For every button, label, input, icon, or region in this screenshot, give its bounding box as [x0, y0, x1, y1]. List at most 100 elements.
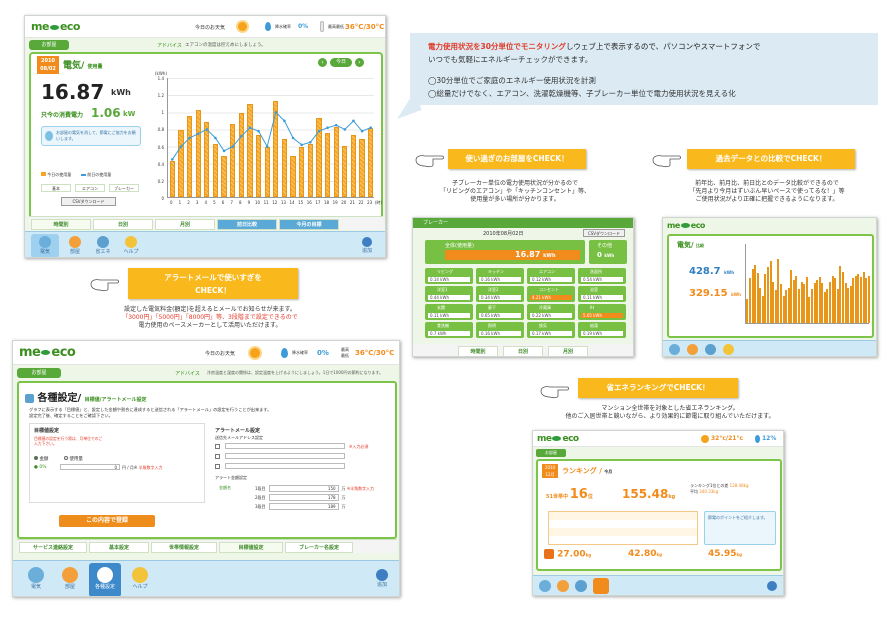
alert-sub: 送信先メールアドレス設定 — [215, 435, 263, 440]
pointing-hand-icon — [540, 386, 569, 399]
tab-household[interactable]: 世帯情報設定 — [151, 542, 217, 553]
home-tab[interactable]: お部屋 — [17, 368, 61, 378]
email-field-2[interactable] — [225, 453, 345, 459]
nav-help[interactable]: ヘルプ — [119, 234, 143, 257]
breaker-tab-monthly[interactable]: 月別 — [548, 346, 588, 356]
nav-electric[interactable]: 電気 — [31, 234, 59, 257]
rank-home-tab[interactable]: お部屋 — [536, 449, 566, 457]
register-button[interactable]: この内容で登録 — [59, 515, 155, 527]
breaker-cell[interactable]: IH 5.65 kWh — [578, 304, 626, 320]
breaker-tab-hourly[interactable]: 時間別 — [458, 346, 498, 356]
breaker-cell-value: 0.34 kWh — [479, 295, 521, 300]
nav-room[interactable]: 部屋 — [55, 565, 85, 595]
breaker-cell-value: 4.21 kWh — [530, 295, 572, 300]
pin-icon[interactable] — [767, 581, 777, 591]
breaker-cell[interactable]: 洋室2 0.34 kWh — [476, 286, 524, 302]
alert-section: アラートメール設定 送信先メールアドレス設定 ※入力必須 アラート金額設定 金額… — [215, 427, 391, 510]
email-field-3[interactable] — [225, 463, 345, 469]
nav-eco[interactable]: 省エネ — [91, 234, 115, 257]
legend-btn-breaker[interactable]: ブレーカー — [109, 184, 139, 192]
breaker-cell[interactable]: 換気 0.17 kWh — [527, 322, 575, 338]
breaker-cell[interactable]: 冷蔵庫 0.22 kWh — [527, 304, 575, 320]
tab-monthly-goal[interactable]: 今月の目標 — [279, 219, 339, 230]
nav-add[interactable]: 追加 — [367, 565, 397, 595]
alert-level-input[interactable]: 178 — [268, 494, 339, 501]
rank-month: 2010 12月 — [542, 464, 558, 478]
power-title: 電気/ 使用量 — [63, 61, 103, 71]
power-unit: kWh — [111, 88, 131, 97]
ranking-icon[interactable] — [593, 578, 609, 594]
alert-level-input[interactable]: 150 — [268, 485, 339, 492]
tab-daily[interactable]: 日別 — [93, 219, 153, 230]
prev-day-point — [326, 126, 329, 130]
breaker-cell-value: 0.65 kWh — [479, 313, 521, 318]
x-tick-label: 23 — [367, 200, 373, 205]
prev-day-button[interactable]: ‹ — [318, 58, 327, 67]
breaker-cell[interactable]: 洗面所 0.54 kWh — [578, 268, 626, 284]
today-button[interactable]: 今日 — [330, 58, 352, 67]
tab-hourly[interactable]: 時間別 — [31, 219, 91, 230]
nav-room[interactable]: 部屋 — [63, 234, 87, 257]
breaker-cell[interactable]: キッチン 0.16 kWh — [476, 268, 524, 284]
home-tab[interactable]: お部屋 — [29, 40, 69, 50]
tools-icon[interactable] — [575, 580, 587, 592]
email-field-1[interactable] — [225, 443, 345, 449]
next-day-button[interactable]: › — [355, 58, 364, 67]
tools-icon[interactable] — [705, 344, 716, 355]
breaker-cell[interactable]: 玄関 0.11 kWh — [425, 304, 473, 320]
prev-day-point — [300, 143, 303, 147]
tab-monthly[interactable]: 月別 — [155, 219, 215, 230]
tab-breaker-name[interactable]: ブレーカー名設定 — [285, 542, 353, 553]
drop-icon — [755, 435, 760, 443]
breaker-cell[interactable]: 食洗機 0.7 kWh — [425, 322, 473, 338]
breaker-csv-button[interactable]: CSVダウンロード — [583, 229, 625, 237]
radio-usage[interactable]: 使用量 — [64, 456, 83, 462]
email-checkbox-1[interactable] — [215, 444, 220, 449]
breaker-cell[interactable]: リビング 0.14 kWh — [425, 268, 473, 284]
magnifier-icon[interactable] — [539, 580, 551, 592]
people-icon[interactable] — [557, 580, 569, 592]
nav-settings[interactable]: 各種設定 — [89, 563, 121, 596]
breaker-cell[interactable]: エアコン 0.12 kWh — [527, 268, 575, 284]
breaker-cell[interactable]: コンセント 4.21 kWh — [527, 286, 575, 302]
tab-basic[interactable]: 基本設定 — [89, 542, 149, 553]
breaker-cell[interactable]: 洋室1 0.44 kWh — [425, 286, 473, 302]
prev-day-point — [171, 158, 174, 161]
breaker-cell[interactable]: 廊下 0.65 kWh — [476, 304, 524, 320]
y-tick-label: 0 — [161, 196, 164, 201]
breaker-cell-label: 洋室1 — [437, 287, 448, 292]
breaker-cell[interactable]: 給湯 0.19 kWh — [578, 322, 626, 338]
pin-icon — [362, 237, 372, 247]
legend-btn-aircon[interactable]: エアコン — [75, 184, 105, 192]
tab-service[interactable]: サービス連絡設定 — [19, 542, 87, 553]
legend-btn-basic[interactable]: 基本 — [41, 184, 71, 192]
precip-label: 降水確率 — [275, 24, 291, 29]
email-checkbox-2[interactable] — [215, 454, 220, 459]
x-tick-label: 22 — [358, 200, 364, 205]
tab-goal[interactable]: 目標値設定 — [219, 542, 283, 553]
prev-day-series-line — [171, 111, 371, 160]
alert-level-input[interactable]: 189 — [268, 503, 339, 510]
email-checkbox-3[interactable] — [215, 464, 220, 469]
nav-help[interactable]: ヘルプ — [125, 565, 155, 595]
tab-prev-day[interactable]: 前日比較 — [217, 219, 277, 230]
breaker-cell[interactable]: 浴室 0.11 kWh — [578, 286, 626, 302]
weather-label: 今日のお天気 — [205, 351, 236, 357]
breaker-cell[interactable]: 照明 0.16 kWh — [476, 322, 524, 338]
breaker-tab-daily[interactable]: 日別 — [503, 346, 543, 356]
rank-table — [548, 511, 698, 545]
weather-label: 今日のお天気 — [195, 25, 226, 31]
help-icon[interactable] — [723, 344, 734, 355]
prev-day-point — [231, 145, 234, 148]
nav-add[interactable]: 追加 — [355, 234, 379, 257]
rank-precip: 12% — [762, 435, 777, 442]
radio-amount[interactable]: 金額 — [34, 456, 48, 462]
nav-electric[interactable]: 電気 — [21, 565, 51, 595]
sun-icon — [238, 22, 247, 31]
magnifier-icon[interactable] — [669, 344, 680, 355]
csv-download-button[interactable]: CSVダウンロード — [61, 197, 116, 206]
temp-label: 最高最低 — [341, 347, 349, 358]
x-tick-label: 6 — [221, 200, 225, 205]
people-icon[interactable] — [687, 344, 698, 355]
goal-value-input[interactable]: 0 — [60, 464, 120, 470]
